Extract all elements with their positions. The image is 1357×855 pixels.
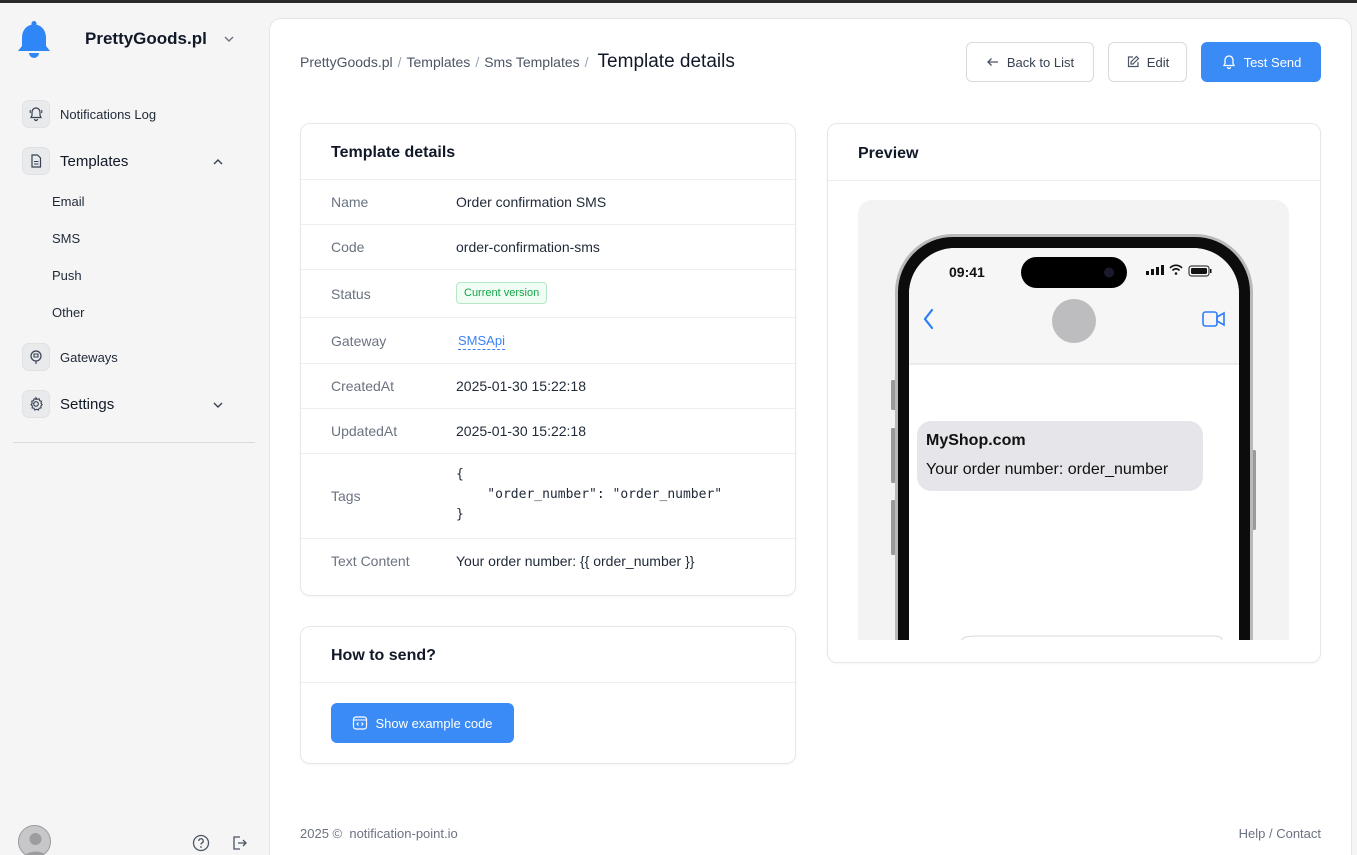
edit-button[interactable]: Edit	[1108, 42, 1187, 82]
sidebar-item-settings[interactable]: Settings	[22, 390, 114, 418]
detail-row-status: Status Current version	[301, 269, 795, 317]
sidebar: PrettyGoods.pl Notifications Log Templat…	[0, 3, 268, 855]
sidebar-item-label: Templates	[60, 152, 129, 170]
phone-preview: 09:41 MyShop.com Your order number: orde…	[858, 200, 1289, 640]
bell-icon	[1222, 55, 1235, 70]
detail-row-gateway: Gateway SMSApi	[301, 317, 795, 363]
edit-label: Edit	[1146, 54, 1170, 70]
detail-label: Gateway	[331, 333, 387, 349]
sidebar-item-label: Settings	[60, 395, 115, 413]
show-example-code-button[interactable]: Show example code	[331, 703, 514, 743]
phone-time: 09:41	[949, 264, 985, 280]
gear-icon	[22, 390, 50, 418]
footer-copyright: 2025 © notification-point.io	[300, 826, 458, 841]
detail-label: Name	[331, 194, 369, 210]
how-to-send-card: How to send? Show example code	[300, 626, 796, 764]
logout-icon[interactable]	[230, 834, 248, 852]
chevron-down-icon[interactable]	[212, 399, 224, 411]
detail-row-created-at: CreatedAt 2025-01-30 15:22:18	[301, 363, 795, 408]
footer-help-link[interactable]: Help / Contact	[1239, 826, 1321, 841]
brand-name: PrettyGoods.pl	[85, 29, 207, 48]
preview-card: Preview 09:41 MyShop.com Your order numb…	[827, 123, 1321, 663]
breadcrumb-separator: /	[584, 54, 589, 70]
code-icon	[353, 716, 368, 730]
sidebar-subitem-sms[interactable]: SMS	[52, 231, 80, 246]
help-icon[interactable]	[192, 834, 210, 852]
breadcrumb-item[interactable]: Templates	[407, 54, 471, 70]
sidebar-subitem-push[interactable]: Push	[52, 268, 82, 283]
sms-sender: MyShop.com	[926, 432, 1026, 449]
sidebar-item-label: Gateways	[60, 349, 118, 365]
edit-icon	[1127, 55, 1140, 68]
main-content: PrettyGoods.pl / Templates / Sms Templat…	[269, 18, 1352, 855]
avatar[interactable]	[18, 825, 51, 855]
breadcrumb-separator: /	[475, 54, 480, 70]
show-example-code-label: Show example code	[375, 715, 493, 731]
breadcrumb: PrettyGoods.pl / Templates / Sms Templat…	[300, 51, 735, 73]
sms-message: Your order number: order_number	[926, 461, 1169, 478]
chevron-down-icon	[224, 36, 234, 42]
sidebar-subitem-email[interactable]: Email	[52, 194, 85, 209]
sidebar-subitem-other[interactable]: Other	[52, 305, 85, 320]
detail-value: 2025-01-30 15:22:18	[456, 378, 586, 394]
detail-label: Status	[331, 286, 371, 302]
template-details-card: Template details Name Order confirmation…	[300, 123, 796, 596]
back-to-list-label: Back to List	[1006, 54, 1075, 70]
test-send-button[interactable]: Test Send	[1201, 42, 1321, 82]
breadcrumb-item[interactable]: PrettyGoods.pl	[300, 54, 393, 70]
detail-label: CreatedAt	[331, 378, 395, 394]
document-icon	[22, 147, 50, 175]
detail-label: Tags	[331, 488, 361, 504]
sidebar-divider	[13, 442, 255, 443]
tags-json: { "order_number": "order_number" }	[456, 467, 723, 522]
card-divider	[828, 180, 1320, 181]
status-badge: Current version	[456, 282, 548, 304]
phone-frame-icon	[891, 234, 1256, 640]
detail-row-code: Code order-confirmation-sms	[301, 224, 795, 269]
detail-label: Text Content	[331, 553, 410, 569]
breadcrumb-separator: /	[397, 54, 402, 70]
page-title: Template details	[597, 51, 735, 72]
card-divider	[301, 682, 795, 683]
sidebar-item-templates[interactable]: Templates	[22, 147, 128, 175]
arrow-left-icon	[986, 58, 998, 66]
test-send-label: Test Send	[1243, 54, 1302, 70]
detail-label: Code	[331, 239, 365, 255]
gateway-link[interactable]: SMSApi	[458, 333, 505, 350]
card-title: How to send?	[331, 647, 436, 664]
brand-switcher[interactable]: PrettyGoods.pl	[16, 19, 246, 59]
detail-row-name: Name Order confirmation SMS	[301, 179, 795, 224]
sms-bubble: MyShop.com Your order number: order_numb…	[917, 421, 1203, 491]
detail-value: Your order number: {{ order_number }}	[456, 553, 695, 569]
detail-value: Order confirmation SMS	[456, 194, 607, 210]
gateway-icon	[22, 343, 50, 371]
chevron-up-icon[interactable]	[212, 156, 224, 168]
bell-ring-icon	[22, 100, 50, 128]
sidebar-item-label: Notifications Log	[60, 106, 157, 122]
card-title: Preview	[858, 145, 919, 162]
back-to-list-button[interactable]: Back to List	[966, 42, 1094, 82]
detail-row-text-content: Text Content Your order number: {{ order…	[301, 538, 795, 583]
bell-logo-icon	[18, 21, 50, 58]
sidebar-item-gateways[interactable]: Gateways	[22, 343, 118, 371]
sidebar-item-notifications-log[interactable]: Notifications Log	[22, 100, 156, 128]
detail-row-tags: Tags { "order_number": "order_number" }	[301, 453, 795, 538]
breadcrumb-item[interactable]: Sms Templates	[484, 54, 579, 70]
detail-value: order-confirmation-sms	[456, 239, 600, 255]
detail-row-updated-at: UpdatedAt 2025-01-30 15:22:18	[301, 408, 795, 453]
card-title: Template details	[331, 144, 456, 161]
detail-value: 2025-01-30 15:22:18	[456, 423, 586, 439]
detail-label: UpdatedAt	[331, 423, 398, 439]
